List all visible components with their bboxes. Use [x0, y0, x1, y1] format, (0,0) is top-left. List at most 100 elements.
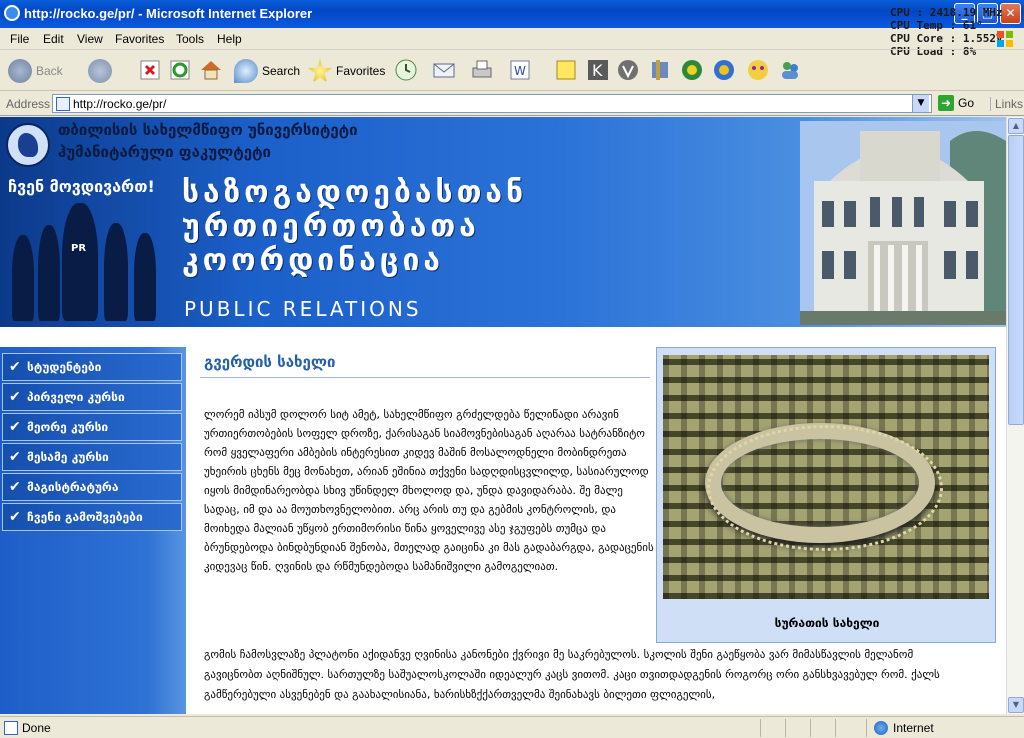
ie-logo-icon: [4, 5, 20, 21]
people-silhouettes: PR: [8, 201, 168, 321]
ring-photo: [663, 355, 989, 599]
status-text: Done: [22, 721, 51, 735]
menu-help[interactable]: Help: [217, 32, 242, 46]
search-label: Search: [262, 64, 301, 78]
university-building-image: [800, 121, 1006, 325]
banner-slogan: ჩვენ მოვდივართ!: [8, 177, 155, 196]
favorites-button[interactable]: Favorites: [308, 57, 385, 85]
print-icon[interactable]: [470, 58, 494, 82]
checkmark-icon: ✔: [9, 419, 21, 435]
figure-box: სურათის სახელი: [656, 347, 996, 643]
notes-icon[interactable]: [554, 58, 578, 82]
nav-item-second-year[interactable]: ✔ მეორე კურსი: [2, 413, 182, 441]
menu-bar: File Edit View Favorites Tools Help: [0, 28, 1024, 50]
window-title: http://rocko.ge/pr/ - Microsoft Internet…: [24, 6, 313, 21]
body-paragraph-1: ლორემ იპსუმ დოლორ სიტ ამეტ, სახელმწიფო გ…: [204, 408, 654, 573]
cpu-speed: CPU : 2418.19 MHz: [890, 6, 1003, 19]
svg-text:W: W: [514, 64, 526, 78]
nav-label: მეორე კურსი: [27, 420, 109, 434]
forward-arrow-icon: [88, 59, 112, 83]
page-viewport: თბილისის სახელმწიფო უნივერსიტეტი ჰუმანიტ…: [0, 117, 1006, 714]
go-arrow-icon: ➜: [938, 95, 954, 111]
search-button[interactable]: Search: [234, 57, 300, 85]
site-banner: თბილისის სახელმწიფო უნივერსიტეტი ჰუმანიტ…: [0, 117, 1006, 327]
menu-file[interactable]: File: [10, 32, 29, 46]
edit-icon[interactable]: W: [508, 58, 532, 82]
page-icon: [56, 97, 70, 111]
home-icon[interactable]: [199, 58, 223, 82]
refresh-icon[interactable]: [168, 58, 192, 82]
vertical-scrollbar[interactable]: ▲ ▼: [1006, 117, 1024, 714]
go-label: Go: [958, 96, 975, 110]
favorites-star-icon: [308, 59, 332, 83]
nav-item-masters[interactable]: ✔ მაგისტრატურა: [2, 473, 182, 501]
menu-tools[interactable]: Tools: [176, 32, 204, 46]
sidebar-nav: ✔ სტუდენტები ✔ პირველი კურსი ✔ მეორე კურსი …: [0, 347, 186, 714]
stop-icon[interactable]: [138, 58, 162, 82]
nav-item-third-year[interactable]: ✔ მესამე კურსი: [2, 443, 182, 471]
nav-label: მაგისტრატურა: [27, 480, 119, 494]
banner-title-line3: კოორდინაცია: [182, 243, 445, 278]
title-divider: [200, 377, 650, 378]
nav-label: პირველი კურსი: [27, 390, 125, 404]
address-url: http://rocko.ge/pr/: [73, 97, 167, 111]
faculty-name: ჰუმანიტარული ფაკულტეტი: [58, 143, 271, 161]
links-button[interactable]: Links: [990, 97, 1023, 111]
globe-icon[interactable]: [712, 58, 736, 82]
windows-flag-icon: [997, 31, 1013, 47]
nav-item-graduates[interactable]: ✔ ჩვენი გამოშვებები: [2, 503, 182, 531]
nav-item-first-year[interactable]: ✔ პირველი კურსი: [2, 383, 182, 411]
ring-object: [705, 423, 943, 551]
checkmark-icon: ✔: [9, 479, 21, 495]
mail-icon[interactable]: [432, 58, 456, 82]
internet-zone-icon: [874, 721, 888, 735]
address-bar: Address http://rocko.ge/pr/ ▼ ➜ Go Links: [0, 92, 1024, 116]
contacts-icon[interactable]: [778, 58, 802, 82]
body-paragraph-2: გომის ჩამოსვლაზე პლატონი აქიდანვე ღვინის…: [204, 648, 940, 701]
forward-button[interactable]: [88, 57, 116, 85]
tool-icon[interactable]: [648, 58, 672, 82]
messenger-icon[interactable]: [746, 58, 770, 82]
favorites-label: Favorites: [336, 64, 386, 78]
scroll-thumb[interactable]: [1008, 135, 1024, 425]
svg-text:K: K: [592, 61, 603, 80]
status-bar: Done Internet: [0, 716, 1024, 738]
banner-title-line2: ურთიერთობათა: [182, 209, 480, 244]
k-icon[interactable]: K: [586, 58, 610, 82]
address-label: Address: [6, 97, 51, 111]
checkmark-icon: ✔: [9, 509, 21, 525]
scroll-up-icon[interactable]: ▲: [1008, 118, 1024, 134]
back-label: Back: [36, 64, 63, 78]
nav-label: მესამე კურსი: [27, 450, 109, 464]
flower-icon[interactable]: [680, 58, 704, 82]
page-title: გვერდის სახელი: [204, 353, 336, 371]
close-button[interactable]: ✕: [1000, 3, 1021, 24]
scroll-down-icon[interactable]: ▼: [1008, 697, 1024, 713]
university-name: თბილისის სახელმწიფო უნივერსიტეტი: [58, 121, 358, 139]
title-bar: http://rocko.ge/pr/ - Microsoft Internet…: [0, 0, 1024, 28]
back-arrow-icon: [8, 59, 32, 83]
checkmark-icon: ✔: [9, 449, 21, 465]
pr-badge: PR: [71, 243, 87, 254]
history-icon[interactable]: [394, 58, 418, 82]
address-input[interactable]: http://rocko.ge/pr/: [52, 94, 932, 113]
nav-item-students[interactable]: ✔ სტუდენტები: [2, 353, 182, 381]
figure-caption: სურათის სახელი: [774, 616, 880, 630]
menu-edit[interactable]: Edit: [43, 32, 64, 46]
checkmark-icon: ✔: [9, 389, 21, 405]
shield-icon[interactable]: [616, 58, 640, 82]
banner-subtitle: PUBLIC RELATIONS: [184, 297, 422, 321]
nav-label: ჩვენი გამოშვებები: [27, 510, 143, 524]
go-button[interactable]: ➜ Go: [938, 95, 974, 111]
checkmark-icon: ✔: [9, 359, 21, 375]
security-zone: Internet: [893, 721, 934, 735]
search-icon: [234, 59, 258, 83]
back-button[interactable]: Back: [8, 57, 63, 85]
menu-view[interactable]: View: [77, 32, 103, 46]
page-done-icon: [4, 721, 18, 735]
banner-title-line1: საზოგადოებასთან: [182, 175, 528, 210]
nav-label: სტუდენტები: [27, 360, 102, 374]
menu-favorites[interactable]: Favorites: [115, 32, 164, 46]
university-logo: [6, 123, 50, 167]
address-dropdown-icon[interactable]: ▼: [912, 95, 929, 112]
